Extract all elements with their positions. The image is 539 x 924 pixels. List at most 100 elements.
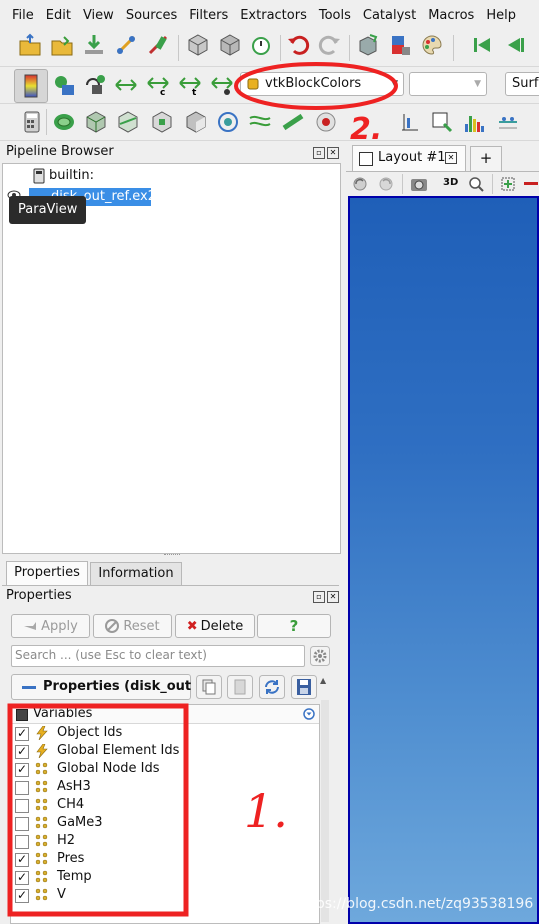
select-points-icon[interactable] bbox=[500, 176, 516, 192]
menu-tools[interactable]: Tools bbox=[319, 8, 351, 23]
tab-information[interactable]: Information bbox=[90, 562, 182, 585]
edit-color-map-icon[interactable] bbox=[52, 73, 76, 97]
cube-icon[interactable] bbox=[186, 33, 210, 57]
variable-checkbox[interactable] bbox=[15, 817, 29, 831]
tab-properties[interactable]: Properties bbox=[6, 561, 88, 585]
calculator-icon[interactable] bbox=[20, 110, 44, 134]
representation-combo[interactable]: Surfa bbox=[505, 72, 539, 96]
undo-icon[interactable] bbox=[286, 33, 310, 57]
capture-screenshot-icon[interactable] bbox=[410, 176, 428, 192]
copy-icon[interactable] bbox=[196, 675, 222, 699]
paste-icon[interactable] bbox=[227, 675, 253, 699]
palette-icon[interactable] bbox=[420, 33, 444, 57]
variable-row[interactable]: ✓ V bbox=[11, 886, 311, 904]
redo-icon[interactable] bbox=[318, 33, 342, 57]
variable-row[interactable]: ✓ Global Element Ids bbox=[11, 742, 311, 760]
apply-button[interactable]: Apply bbox=[11, 614, 90, 638]
splitter-handle[interactable] bbox=[164, 554, 180, 557]
variable-row[interactable]: ✓ Global Node Ids bbox=[11, 760, 311, 778]
select-all-checkbox[interactable] bbox=[16, 709, 28, 721]
plot-data-icon[interactable] bbox=[430, 110, 454, 134]
plot-over-line-icon[interactable] bbox=[398, 110, 422, 134]
vertical-scrollbar[interactable] bbox=[321, 700, 329, 922]
histogram-icon[interactable] bbox=[462, 110, 486, 134]
gear-icon[interactable] bbox=[310, 646, 330, 666]
pipeline-browser[interactable]: builtin: disk_out_ref.ex2 ParaView bbox=[2, 163, 341, 554]
slice-icon[interactable] bbox=[116, 110, 140, 134]
rescale-temporal-range-icon[interactable]: t bbox=[178, 73, 202, 97]
variable-checkbox[interactable]: ✓ bbox=[15, 871, 29, 885]
close-icon[interactable]: ✕ bbox=[327, 591, 339, 603]
properties-section-toggle[interactable]: Properties (disk_out bbox=[11, 674, 191, 700]
help-button[interactable]: ? bbox=[257, 614, 331, 638]
variable-checkbox[interactable] bbox=[15, 781, 29, 795]
delete-button[interactable]: ✖ Delete bbox=[175, 614, 255, 638]
filter-icon[interactable] bbox=[303, 708, 315, 720]
previous-frame-icon[interactable] bbox=[502, 33, 526, 57]
color-map-editor-icon[interactable] bbox=[388, 33, 412, 57]
refresh-icon[interactable] bbox=[259, 675, 285, 699]
menu-edit[interactable]: Edit bbox=[46, 8, 71, 23]
open-file-icon[interactable] bbox=[18, 33, 42, 57]
variable-checkbox[interactable] bbox=[15, 835, 29, 849]
first-frame-icon[interactable] bbox=[470, 33, 494, 57]
stream-tracer-icon[interactable] bbox=[248, 110, 272, 134]
menu-help[interactable]: Help bbox=[486, 8, 516, 23]
undock-icon[interactable]: ▫ bbox=[313, 147, 325, 159]
clip-icon[interactable] bbox=[84, 110, 108, 134]
python-calculator-icon[interactable] bbox=[496, 110, 520, 134]
add-layout-tab[interactable]: + bbox=[470, 146, 502, 171]
toggle-color-legend-button[interactable] bbox=[14, 69, 48, 103]
multi-cube-icon[interactable] bbox=[218, 33, 242, 57]
variable-checkbox[interactable]: ✓ bbox=[15, 745, 29, 759]
camera-redo-icon[interactable] bbox=[378, 176, 394, 192]
camera-undo-icon[interactable] bbox=[352, 176, 368, 192]
save-data-icon[interactable] bbox=[82, 33, 106, 57]
variable-checkbox[interactable]: ✓ bbox=[15, 853, 29, 867]
reset-button[interactable]: Reset bbox=[93, 614, 172, 638]
threshold-icon[interactable] bbox=[150, 110, 174, 134]
variable-checkbox[interactable]: ✓ bbox=[15, 763, 29, 777]
rescale-custom-icon[interactable] bbox=[84, 73, 108, 97]
camera-link-icon[interactable] bbox=[356, 33, 380, 57]
rescale-visible-range-icon[interactable] bbox=[210, 73, 234, 97]
open-folder-icon[interactable] bbox=[50, 33, 74, 57]
variable-row[interactable]: ✓ Pres bbox=[11, 850, 311, 868]
disconnect-icon[interactable] bbox=[146, 33, 170, 57]
menu-file[interactable]: File bbox=[12, 8, 34, 23]
extract-subset-icon[interactable] bbox=[184, 110, 208, 134]
render-view[interactable] bbox=[348, 196, 539, 924]
rescale-custom-range-icon[interactable]: c bbox=[146, 73, 170, 97]
zoom-to-box-icon[interactable] bbox=[468, 176, 484, 192]
warp-by-vector-icon[interactable] bbox=[282, 110, 306, 134]
variables-header[interactable]: Variables bbox=[11, 705, 319, 724]
toggle-3d-button[interactable]: 3D bbox=[443, 177, 458, 188]
contour-icon[interactable] bbox=[52, 110, 76, 134]
menu-view[interactable]: View bbox=[83, 8, 114, 23]
connect-icon[interactable] bbox=[114, 33, 138, 57]
timer-icon[interactable] bbox=[249, 33, 273, 57]
tab-layout-1[interactable]: Layout #1 ✕ bbox=[352, 145, 466, 171]
undock-icon[interactable]: ▫ bbox=[313, 591, 325, 603]
variable-checkbox[interactable]: ✓ bbox=[15, 889, 29, 903]
variable-row[interactable]: ✓ Object Ids bbox=[11, 724, 311, 742]
scroll-up-icon[interactable]: ▲ bbox=[320, 676, 326, 685]
close-icon[interactable]: ✕ bbox=[327, 147, 339, 159]
menu-catalyst[interactable]: Catalyst bbox=[363, 8, 416, 23]
save-icon[interactable] bbox=[291, 675, 317, 699]
menu-macros[interactable]: Macros bbox=[428, 8, 474, 23]
color-by-combo[interactable]: vtkBlockColors ▼ bbox=[240, 72, 404, 96]
variable-checkbox[interactable]: ✓ bbox=[15, 727, 29, 741]
menu-filters[interactable]: Filters bbox=[189, 8, 228, 23]
select-cells-icon[interactable] bbox=[524, 182, 538, 185]
glyph-icon[interactable] bbox=[216, 110, 240, 134]
group-datasets-icon[interactable] bbox=[314, 110, 338, 134]
menu-sources[interactable]: Sources bbox=[126, 8, 177, 23]
variable-checkbox[interactable] bbox=[15, 799, 29, 813]
variable-row[interactable]: ✓ Temp bbox=[11, 868, 311, 886]
menu-extractors[interactable]: Extractors bbox=[240, 8, 307, 23]
search-input[interactable]: Search ... (use Esc to clear text) bbox=[11, 645, 305, 667]
close-icon[interactable]: ✕ bbox=[445, 152, 457, 164]
pipeline-root-label[interactable]: builtin: bbox=[49, 168, 94, 183]
component-combo[interactable]: ▼ bbox=[409, 72, 487, 96]
